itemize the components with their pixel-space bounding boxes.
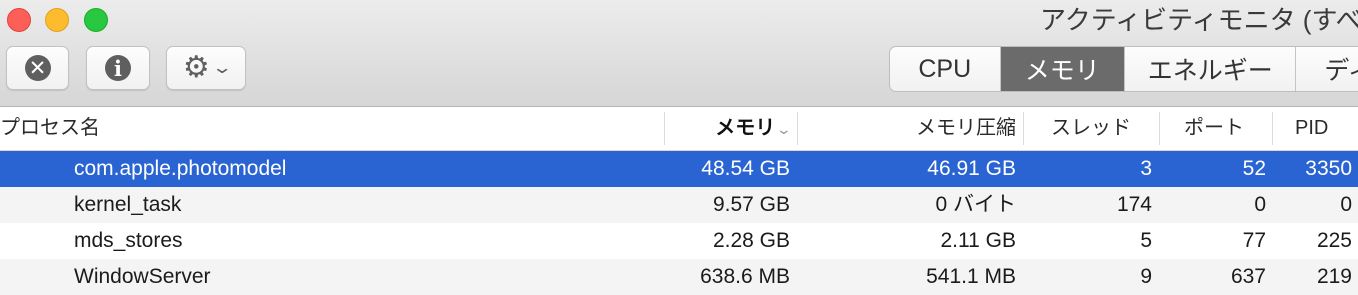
stop-process-button[interactable]: ✕ [6, 46, 69, 90]
info-icon: i [105, 55, 131, 81]
ports-value: 52 [1242, 157, 1266, 180]
compressed-memory-value: 541.1 MB [926, 265, 1016, 288]
stop-process-icon: ✕ [24, 55, 51, 81]
table-row[interactable]: WindowServer 638.6 MB 541.1 MB 9 637 219 [0, 259, 1358, 295]
chevron-down-icon: ⌄ [211, 58, 233, 77]
compressed-memory-value: 2.11 GB [940, 229, 1017, 252]
ports-value: 0 [1254, 193, 1266, 216]
compressed-memory-value: 0 バイト [935, 193, 1016, 216]
threads-value: 9 [1140, 265, 1152, 288]
zoom-window-button[interactable] [84, 8, 108, 32]
tab-memory[interactable]: メモリ [1000, 47, 1126, 91]
tab-disk[interactable]: ディ [1296, 47, 1358, 91]
column-divider[interactable] [797, 112, 798, 145]
window-toolbar: アクティビティモニタ (すべて ✕ i ⚙ ⌄ CPU メモリ エネルギー ディ [0, 0, 1358, 107]
tab-energy[interactable]: エネルギー [1125, 47, 1297, 91]
gear-icon: ⚙ [182, 51, 210, 84]
column-header-process-name[interactable]: プロセス名 [0, 107, 100, 150]
column-divider[interactable] [664, 112, 665, 145]
sort-descending-icon: ⌄ [775, 121, 793, 137]
table-header: プロセス名 メモリ⌄ メモリ圧縮 スレッド ポート PID [0, 107, 1358, 151]
process-name: mds_stores [74, 229, 183, 252]
pid-value: 0 [1340, 193, 1352, 216]
pid-value: 219 [1316, 265, 1352, 288]
column-header-ports[interactable]: ポート [1161, 107, 1244, 150]
view-tabs: CPU メモリ エネルギー ディ [889, 46, 1358, 92]
process-name: com.apple.photomodel [74, 157, 287, 180]
table-row[interactable]: com.apple.photomodel 48.54 GB 46.91 GB 3… [0, 151, 1358, 187]
process-name: WindowServer [74, 265, 211, 288]
column-header-memory[interactable]: メモリ⌄ [666, 107, 793, 150]
memory-value: 2.28 GB [712, 229, 790, 252]
tab-cpu[interactable]: CPU [890, 47, 1001, 91]
threads-value: 5 [1140, 229, 1152, 252]
pid-value: 3350 [1305, 157, 1352, 180]
ports-value: 637 [1230, 265, 1266, 288]
pid-value: 225 [1316, 229, 1352, 252]
window-title: アクティビティモニタ (すべて [1040, 5, 1358, 35]
threads-value: 3 [1140, 157, 1152, 180]
table-row[interactable]: mds_stores 2.28 GB 2.11 GB 5 77 225 [0, 223, 1358, 259]
column-divider[interactable] [1023, 112, 1024, 145]
compressed-memory-value: 46.91 GB [927, 157, 1016, 180]
table-row[interactable]: kernel_task 9.57 GB 0 バイト 174 0 0 [0, 187, 1358, 223]
column-header-threads[interactable]: スレッド [1025, 107, 1131, 150]
memory-value: 48.54 GB [701, 157, 790, 180]
minimize-window-button[interactable] [45, 8, 69, 32]
action-menu-button[interactable]: ⚙ ⌄ [166, 46, 246, 90]
inspect-process-button[interactable]: i [86, 46, 150, 90]
column-divider[interactable] [1272, 112, 1273, 145]
process-table: com.apple.photomodel 48.54 GB 46.91 GB 3… [0, 151, 1358, 295]
threads-value: 174 [1116, 193, 1152, 216]
ports-value: 77 [1242, 229, 1266, 252]
close-window-button[interactable] [7, 8, 31, 32]
column-header-memory-label: メモリ [715, 117, 776, 139]
memory-value: 638.6 MB [700, 265, 790, 288]
column-header-pid[interactable]: PID [1295, 107, 1328, 150]
column-header-compressed-memory[interactable]: メモリ圧縮 [799, 107, 1016, 150]
column-divider[interactable] [1159, 112, 1160, 145]
process-name: kernel_task [74, 193, 182, 216]
memory-value: 9.57 GB [712, 193, 790, 216]
